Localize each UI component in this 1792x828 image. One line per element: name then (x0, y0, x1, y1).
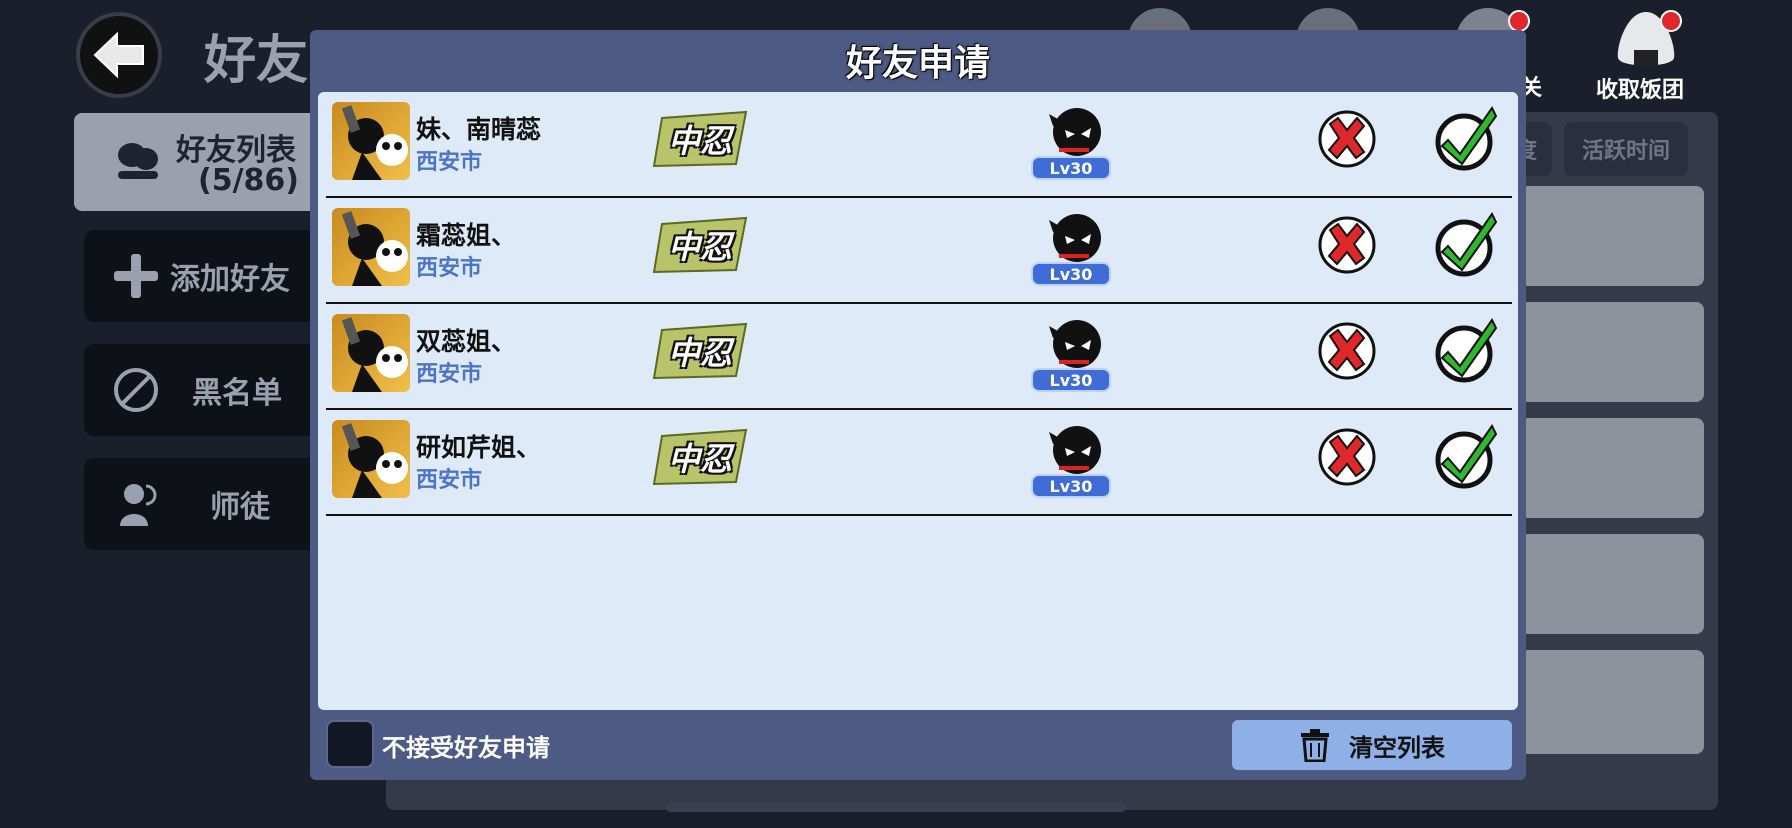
level-badge: Lv30 (1031, 474, 1111, 498)
sidebar-item-blacklist[interactable]: 黑名单 (84, 344, 324, 436)
request-row: 双蕊姐、 西安市 中忍 Lv30 (326, 304, 1512, 410)
horizontal-scrollbar[interactable] (666, 802, 1126, 812)
reject-button[interactable] (1316, 108, 1378, 170)
accept-check-icon (1435, 212, 1498, 277)
tab-active-time[interactable]: 活跃时间 (1564, 122, 1688, 176)
sidebar-item-add-friend[interactable]: 添加好友 (84, 230, 324, 322)
reject-button[interactable] (1316, 214, 1378, 276)
avatar[interactable] (332, 420, 410, 498)
requester-name: 双蕊姐、 (416, 327, 517, 356)
accept-button[interactable] (1434, 420, 1500, 490)
friend-request-dialog: 好友申请 妹、南晴蕊 西安市 中忍 Lv30 霜蕊姐、 西安市 中忍 Lv30 … (310, 30, 1526, 780)
notice-badge (1508, 10, 1530, 32)
people-icon (120, 484, 157, 526)
avatar[interactable] (332, 314, 410, 392)
ninja-icon (1049, 214, 1101, 262)
accept-check-icon (1435, 318, 1498, 383)
accept-check-icon (1435, 424, 1498, 489)
friend-card[interactable] (1520, 186, 1704, 286)
reject-x-icon (1318, 428, 1376, 486)
friend-card[interactable] (1520, 650, 1704, 754)
sidebar-item-mentor[interactable]: 师徒 (84, 458, 324, 550)
add-friend-label: 添加好友 (170, 262, 290, 297)
rank-text: 中忍 (667, 334, 732, 372)
page-title: 好友 (204, 31, 309, 91)
requester-city: 西安市 (416, 362, 483, 387)
mentor-label: 师徒 (210, 490, 270, 525)
requester-name: 妹、南晴蕊 (416, 115, 542, 144)
rank-badge: 中忍 (652, 428, 748, 486)
accept-button[interactable] (1434, 208, 1500, 278)
level-badge: Lv30 (1031, 368, 1111, 392)
friend-card[interactable] (1520, 418, 1704, 518)
request-row: 妹、南晴蕊 西安市 中忍 Lv30 (326, 92, 1512, 198)
friend-list-count: (5/86) (198, 163, 300, 198)
request-list: 妹、南晴蕊 西安市 中忍 Lv30 霜蕊姐、 西安市 中忍 Lv30 双蕊姐、 … (318, 92, 1518, 710)
avatar[interactable] (332, 102, 410, 180)
collect-rice-label: 收取饭团 (1596, 78, 1685, 103)
request-row: 研如芹姐、 西安市 中忍 Lv30 (326, 410, 1512, 516)
back-arrow-icon (93, 31, 144, 79)
reject-x-icon (1318, 110, 1376, 168)
ninja-icon (1049, 426, 1101, 474)
reject-x-icon (1318, 216, 1376, 274)
ninja-panda-icon (341, 423, 408, 498)
accept-button[interactable] (1434, 102, 1500, 172)
back-button[interactable] (76, 12, 162, 98)
ninja-panda-icon (341, 211, 408, 286)
reject-requests-checkbox[interactable] (326, 720, 374, 768)
rank-badge: 中忍 (652, 110, 748, 168)
clear-list-label: 清空列表 (1349, 733, 1445, 762)
plus-icon (114, 254, 158, 298)
requester-name: 研如芹姐、 (416, 433, 542, 462)
friend-card[interactable] (1520, 302, 1704, 402)
level-badge: Lv30 (1031, 262, 1111, 286)
blacklist-label: 黑名单 (192, 376, 282, 411)
requester-city: 西安市 (416, 256, 483, 281)
sidebar-item-friend-list[interactable]: 好友列表 (5/86) (74, 113, 334, 211)
requester-name: 霜蕊姐、 (416, 221, 517, 250)
reject-button[interactable] (1316, 426, 1378, 488)
dialog-title: 好友申请 (845, 43, 990, 84)
requester-city: 西安市 (416, 468, 483, 493)
avatar[interactable] (332, 208, 410, 286)
request-row: 霜蕊姐、 西安市 中忍 Lv30 (326, 198, 1512, 304)
rank-badge: 中忍 (652, 322, 748, 380)
ban-icon (114, 368, 158, 412)
reject-button[interactable] (1316, 320, 1378, 382)
reject-requests-label: 不接受好友申请 (382, 734, 550, 762)
clear-list-button[interactable]: 清空列表 (1232, 720, 1512, 770)
rank-text: 中忍 (667, 440, 732, 478)
rice-ball-badge (1660, 10, 1682, 32)
ninja-panda-icon (341, 317, 408, 392)
ninja-icon (1049, 320, 1101, 368)
level-badge: Lv30 (1031, 156, 1111, 180)
rank-badge: 中忍 (652, 216, 748, 274)
rank-text: 中忍 (667, 228, 732, 266)
requester-city: 西安市 (416, 150, 483, 175)
ninja-icon (1049, 108, 1101, 156)
accept-check-icon (1435, 106, 1498, 171)
friend-card[interactable] (1520, 534, 1704, 634)
friends-icon (118, 143, 158, 179)
rank-text: 中忍 (667, 122, 732, 160)
ninja-panda-icon (341, 105, 408, 180)
trash-icon (1301, 729, 1329, 762)
accept-button[interactable] (1434, 314, 1500, 384)
reject-x-icon (1318, 322, 1376, 380)
